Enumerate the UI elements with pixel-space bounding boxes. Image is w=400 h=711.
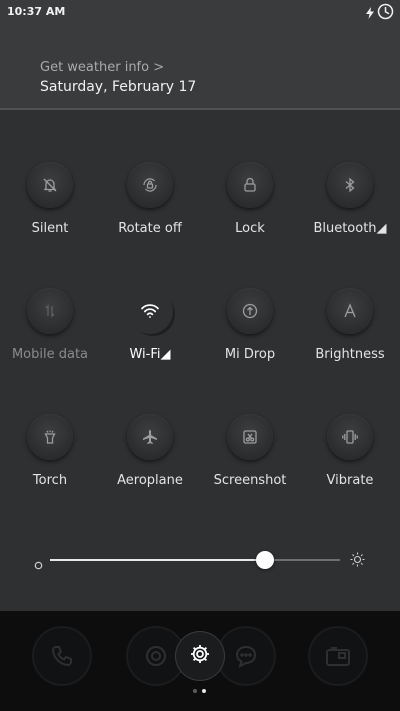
- rotate-lock-icon[interactable]: [127, 162, 173, 208]
- current-date: Saturday, February 17: [40, 79, 197, 95]
- quick-settings-grid: Silent Rotate off Lock Bluetooth◢ Mobile…: [0, 110, 400, 550]
- brightness-low-icon: [34, 555, 43, 574]
- clock-icon: [377, 3, 394, 24]
- toggle-label: Mi Drop: [224, 347, 276, 362]
- vibrate-icon[interactable]: [327, 414, 373, 460]
- page-indicator: [193, 689, 206, 693]
- toggle-wifi[interactable]: Wi-Fi◢: [100, 236, 200, 362]
- toggle-aeroplane[interactable]: Aeroplane: [100, 362, 200, 488]
- toggle-label: Screenshot: [213, 473, 287, 488]
- charging-icon: [366, 4, 374, 23]
- toggle-mi-drop[interactable]: Mi Drop: [200, 236, 300, 362]
- phone-icon[interactable]: [34, 628, 90, 684]
- torch-icon[interactable]: [27, 414, 73, 460]
- gear-icon: [189, 643, 211, 669]
- toggle-label: Bluetooth◢: [313, 221, 387, 236]
- brightness-slider-thumb[interactable]: [255, 551, 274, 569]
- status-time: 10:37 AM: [7, 5, 66, 18]
- toggle-label: Brightness: [315, 347, 385, 362]
- toggle-silent[interactable]: Silent: [0, 110, 100, 236]
- airplane-icon[interactable]: [127, 414, 173, 460]
- toggle-label: Rotate off: [118, 221, 182, 236]
- status-bar: 10:37 AM: [0, 0, 400, 24]
- settings-gear-button[interactable]: [176, 632, 224, 680]
- toggle-label: Mobile data: [11, 347, 89, 362]
- mobile-data-icon[interactable]: [27, 288, 73, 334]
- toggle-torch[interactable]: Torch: [0, 362, 100, 488]
- toggle-label: Wi-Fi◢: [129, 347, 171, 362]
- toggle-label: Lock: [235, 221, 265, 236]
- brightness-auto-icon[interactable]: [327, 288, 373, 334]
- home-dock: [0, 611, 400, 711]
- toggle-label: Silent: [31, 221, 69, 236]
- wifi-icon[interactable]: [127, 288, 173, 334]
- bluetooth-icon[interactable]: [327, 162, 373, 208]
- camera-icon[interactable]: [310, 628, 366, 684]
- weather-panel: Get weather info > Saturday, February 17: [0, 24, 400, 110]
- bell-off-icon[interactable]: [27, 162, 73, 208]
- toggle-bluetooth[interactable]: Bluetooth◢: [300, 110, 400, 236]
- screenshot-icon[interactable]: [227, 414, 273, 460]
- messages-icon[interactable]: [218, 628, 274, 684]
- toggle-rotate[interactable]: Rotate off: [100, 110, 200, 236]
- toggle-vibrate[interactable]: Vibrate: [300, 362, 400, 488]
- toggle-label: Aeroplane: [117, 473, 183, 488]
- mi-drop-icon[interactable]: [227, 288, 273, 334]
- toggle-screenshot[interactable]: Screenshot: [200, 362, 300, 488]
- toggle-label: Torch: [32, 473, 68, 488]
- toggle-lock[interactable]: Lock: [200, 110, 300, 236]
- toggle-mobile-data[interactable]: Mobile data: [0, 236, 100, 362]
- brightness-slider-row: [0, 545, 400, 575]
- brightness-slider-fill: [50, 559, 265, 561]
- toggle-brightness[interactable]: Brightness: [300, 236, 400, 362]
- page-dot: [193, 689, 197, 693]
- toggle-label: Vibrate: [326, 473, 374, 488]
- brightness-slider[interactable]: [50, 551, 340, 569]
- page-dot: [202, 689, 206, 693]
- weather-info-link[interactable]: Get weather info >: [40, 60, 164, 75]
- brightness-high-icon: [350, 552, 365, 571]
- status-icons: [366, 3, 394, 24]
- lock-icon[interactable]: [227, 162, 273, 208]
